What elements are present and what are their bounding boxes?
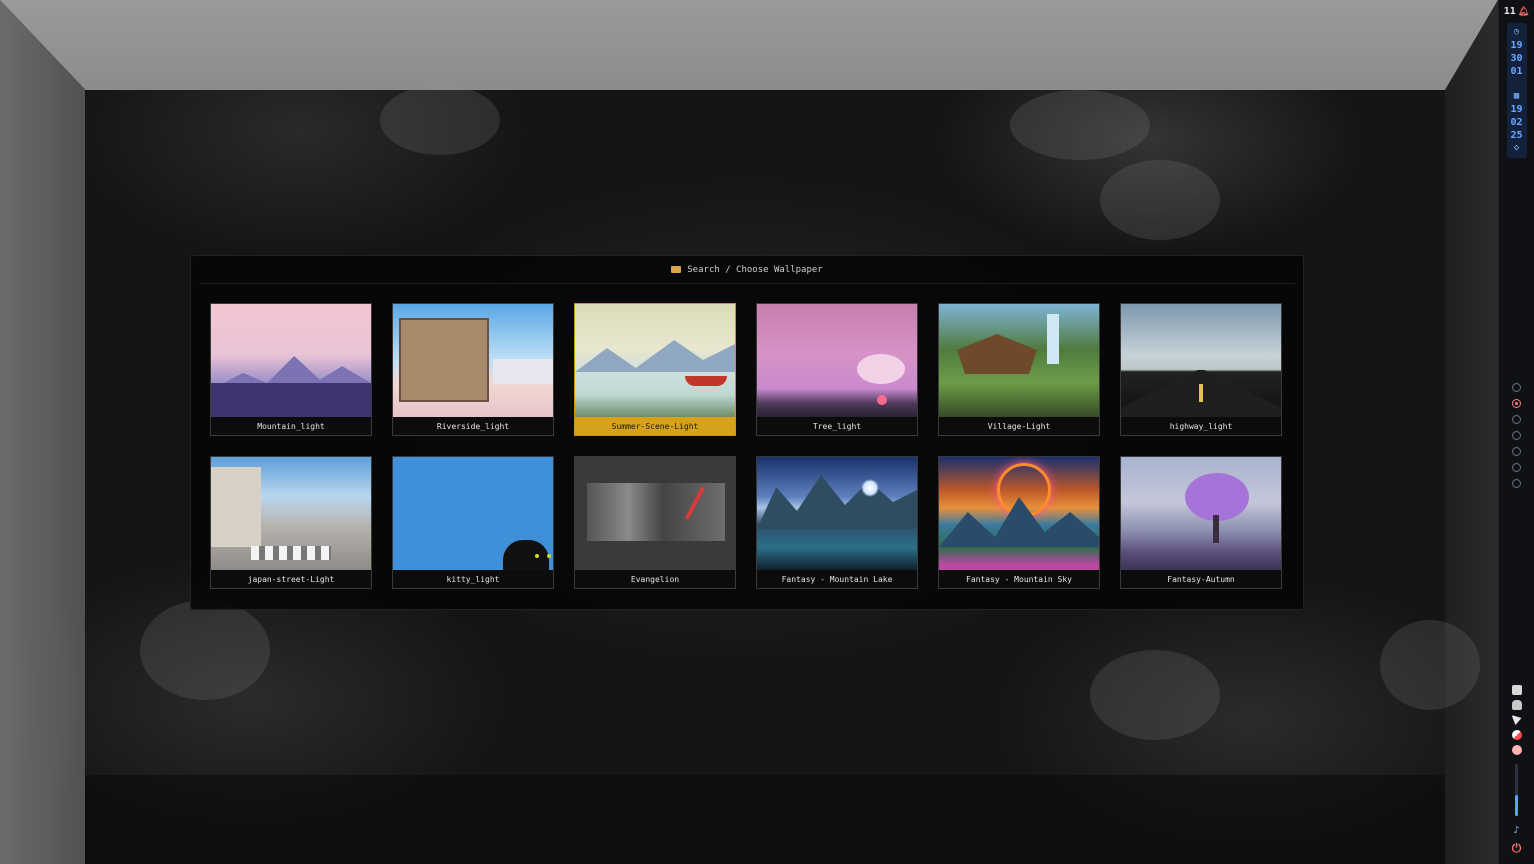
workspace-dots xyxy=(1512,383,1521,488)
power-icon[interactable]: ⏻ xyxy=(1512,841,1522,856)
wallpaper-thumbnail xyxy=(211,304,371,417)
wallpaper-label: Summer-Scene-Light xyxy=(575,417,735,435)
foliage-decoration xyxy=(380,85,500,155)
wallpaper-label: highway_light xyxy=(1121,417,1281,435)
volume-slider[interactable] xyxy=(1515,764,1518,816)
workspace-dot-6[interactable] xyxy=(1512,463,1521,472)
wallpaper-card[interactable]: highway_light xyxy=(1120,303,1282,436)
wallpaper-label: Fantasy-Autumn xyxy=(1121,570,1281,588)
wallpaper-card[interactable]: Mountain_light xyxy=(210,303,372,436)
wallpaper-label: japan-street-Light xyxy=(211,570,371,588)
wallpaper-label: kitty_light xyxy=(393,570,553,588)
microphone-icon[interactable]: ♪ xyxy=(1513,825,1519,836)
wallpaper-thumbnail xyxy=(1121,457,1281,570)
wallpaper-label: Fantasy - Mountain Sky xyxy=(939,570,1099,588)
clock-seconds: 01 xyxy=(1510,66,1523,77)
wallpaper-grid: Mountain_light Riverside_light Summer-Scen… xyxy=(210,303,1282,589)
calendar-tray-icon[interactable] xyxy=(1511,685,1522,695)
workspace-dot-7[interactable] xyxy=(1512,479,1521,488)
workspace-dot-1[interactable] xyxy=(1512,383,1521,392)
clock-icon: ◷ xyxy=(1513,27,1520,37)
wallpaper-thumbnail xyxy=(939,304,1099,417)
workspace-count: 11 xyxy=(1503,6,1516,17)
wallpaper-label: Evangelion xyxy=(575,570,735,588)
workspace-dot-3[interactable] xyxy=(1512,415,1521,424)
foliage-decoration xyxy=(1090,650,1220,740)
foliage-decoration xyxy=(1380,620,1480,710)
workspace-dot-2[interactable] xyxy=(1512,399,1521,408)
wallpaper-chooser-window: Search / Choose Wallpaper Mountain_light… xyxy=(190,255,1304,610)
wallpaper-label: Tree_light xyxy=(757,417,917,435)
chrome-icon[interactable] xyxy=(1511,730,1522,740)
folder-icon xyxy=(671,266,682,273)
chooser-title: Search / Choose Wallpaper xyxy=(687,264,823,275)
system-tray: ♪ ⏻ xyxy=(1511,685,1522,856)
wallpaper-thumbnail xyxy=(575,457,735,570)
date-year: 25 xyxy=(1510,130,1523,141)
wallpaper-card[interactable]: Tree_light xyxy=(756,303,918,436)
wallpaper-card[interactable]: Fantasy - Mountain Sky xyxy=(938,456,1100,589)
foliage-decoration xyxy=(1100,160,1220,240)
gamepad-icon[interactable] xyxy=(1511,700,1522,710)
wallpaper-label: Fantasy - Mountain Lake xyxy=(757,570,917,588)
volume-slider-fill xyxy=(1515,795,1518,816)
wallpaper-thumbnail xyxy=(211,457,371,570)
wallpaper-card[interactable]: Summer-Scene-Light xyxy=(574,303,736,436)
record-icon[interactable] xyxy=(1511,745,1522,755)
wallpaper-thumbnail xyxy=(393,457,553,570)
wallpaper-card[interactable]: Riverside_light xyxy=(392,303,554,436)
wallpaper-bevel-right xyxy=(1445,0,1498,864)
calendar-icon: ▦ xyxy=(1513,91,1520,101)
wallpaper-thumbnail xyxy=(1121,304,1281,417)
wallpaper-card[interactable]: Evangelion xyxy=(574,456,736,589)
date-month: 02 xyxy=(1510,117,1523,128)
side-status-bar: 11 🔔︎ ◷ 19 30 01 ▦ 19 02 25 ◇ ♪ ⏻ xyxy=(1498,0,1534,864)
drop-icon: ◇ xyxy=(1513,143,1520,153)
wallpaper-bevel-bottom xyxy=(85,775,1445,864)
clock-hours: 19 xyxy=(1510,40,1523,51)
chooser-header: Search / Choose Wallpaper xyxy=(199,256,1295,284)
foliage-decoration xyxy=(140,600,270,700)
wallpaper-card[interactable]: Fantasy-Autumn xyxy=(1120,456,1282,589)
wallpaper-thumbnail xyxy=(757,304,917,417)
wallpaper-label: Village-Light xyxy=(939,417,1099,435)
telegram-icon[interactable] xyxy=(1511,715,1522,725)
wallpaper-thumbnail xyxy=(939,457,1099,570)
wallpaper-bevel-top xyxy=(0,0,1498,90)
wallpaper-thumbnail xyxy=(757,457,917,570)
wallpaper-card[interactable]: kitty_light xyxy=(392,456,554,589)
wallpaper-label: Mountain_light xyxy=(211,417,371,435)
wallpaper-card[interactable]: Village-Light xyxy=(938,303,1100,436)
wallpaper-label: Riverside_light xyxy=(393,417,553,435)
foliage-decoration xyxy=(1010,90,1150,160)
wallpaper-bevel-left xyxy=(0,0,85,864)
workspace-dot-4[interactable] xyxy=(1512,431,1521,440)
wallpaper-thumbnail xyxy=(575,304,735,417)
date-day: 19 xyxy=(1510,104,1523,115)
wallpaper-thumbnail xyxy=(393,304,553,417)
clock-widget[interactable]: ◷ 19 30 01 ▦ 19 02 25 ◇ xyxy=(1506,23,1527,158)
wallpaper-card[interactable]: Fantasy - Mountain Lake xyxy=(756,456,918,589)
workspace-indicator[interactable]: 11 🔔︎ xyxy=(1504,6,1529,17)
workspace-dot-5[interactable] xyxy=(1512,447,1521,456)
wallpaper-card[interactable]: japan-street-Light xyxy=(210,456,372,589)
bell-icon[interactable]: 🔔︎ xyxy=(1518,7,1529,17)
clock-minutes: 30 xyxy=(1510,53,1523,64)
